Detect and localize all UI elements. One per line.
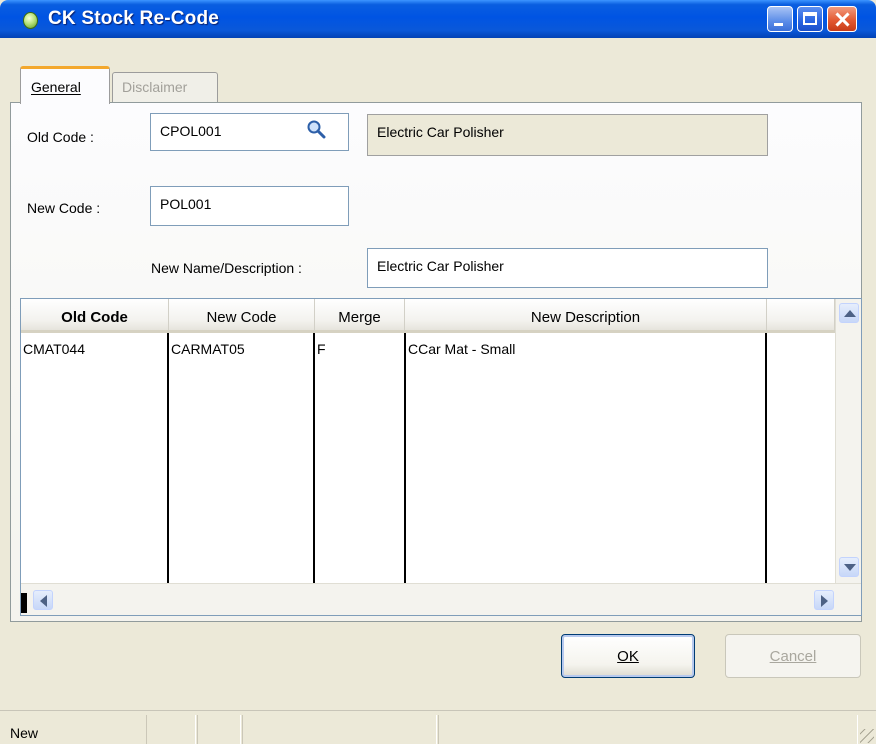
- chevron-up-icon: [844, 310, 856, 317]
- app-icon: [23, 12, 38, 29]
- tab-disclaimer-label: Disclaimer: [122, 79, 188, 95]
- cell-old-code[interactable]: CMAT044: [23, 341, 85, 357]
- scroll-right-button[interactable]: [814, 590, 834, 610]
- status-text: New: [10, 725, 39, 741]
- old-code-description: Electric Car Polisher: [367, 114, 768, 156]
- status-panel: [438, 715, 858, 744]
- stock-recode-window: CK Stock Re-Code General Disclaimer Old …: [0, 0, 876, 744]
- status-bar: New: [0, 710, 876, 744]
- column-header-merge[interactable]: Merge: [315, 299, 405, 333]
- status-panel: [146, 715, 196, 744]
- cancel-button[interactable]: Cancel: [725, 634, 861, 678]
- minimize-button[interactable]: [767, 6, 793, 32]
- close-button[interactable]: [827, 6, 857, 32]
- scroll-down-button[interactable]: [839, 557, 859, 577]
- horizontal-scrollbar[interactable]: [21, 583, 861, 615]
- status-panel: [197, 715, 241, 744]
- new-name-input[interactable]: Electric Car Polisher: [367, 248, 768, 288]
- column-header-new-description[interactable]: New Description: [405, 299, 767, 333]
- chevron-down-icon: [844, 564, 856, 571]
- old-code-label: Old Code :: [27, 129, 94, 145]
- ok-button[interactable]: OK: [561, 634, 695, 678]
- grid-divider: [313, 333, 315, 583]
- chevron-left-icon: [40, 595, 47, 607]
- status-panel: [242, 715, 437, 744]
- cell-new-description[interactable]: CCar Mat - Small: [408, 341, 515, 357]
- new-name-label: New Name/Description :: [151, 260, 302, 276]
- search-icon[interactable]: [306, 119, 326, 139]
- column-header-old-code[interactable]: Old Code: [21, 299, 169, 333]
- tab-disclaimer[interactable]: Disclaimer: [112, 72, 218, 102]
- cell-new-code[interactable]: CARMAT05: [171, 341, 245, 357]
- tab-general[interactable]: General: [20, 66, 110, 104]
- maximize-button[interactable]: [797, 6, 823, 32]
- recode-grid[interactable]: Old Code New Code Merge New Description …: [20, 298, 862, 616]
- cell-merge[interactable]: F: [317, 341, 326, 357]
- ok-button-label: OK: [617, 648, 639, 665]
- column-header-new-code[interactable]: New Code: [169, 299, 315, 333]
- grid-divider: [765, 333, 767, 583]
- window-title: CK Stock Re-Code: [48, 8, 220, 29]
- chevron-right-icon: [821, 595, 828, 607]
- row-marker: [21, 593, 27, 613]
- new-code-input[interactable]: POL001: [150, 186, 349, 226]
- cancel-button-label: Cancel: [769, 648, 817, 665]
- scroll-up-button[interactable]: [839, 303, 859, 323]
- new-code-label: New Code :: [27, 200, 101, 216]
- resize-grip[interactable]: [860, 729, 874, 743]
- title-bar[interactable]: CK Stock Re-Code: [0, 0, 876, 38]
- vertical-scrollbar[interactable]: [835, 299, 861, 583]
- grid-divider: [404, 333, 406, 583]
- column-header-blank: [767, 299, 835, 333]
- scroll-left-button[interactable]: [33, 590, 53, 610]
- tab-general-label: General: [31, 79, 81, 95]
- grid-divider: [167, 333, 169, 583]
